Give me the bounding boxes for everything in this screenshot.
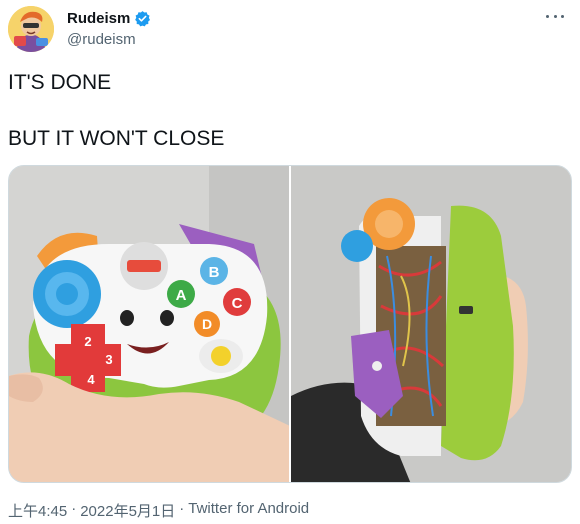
tweet-date[interactable]: 2022年5月1日 xyxy=(80,500,175,521)
author-name-row[interactable]: Rudeism xyxy=(67,8,151,28)
author-handle[interactable]: @rudeism xyxy=(67,31,151,48)
tweet-time[interactable]: 上午4:45 xyxy=(8,500,67,521)
svg-text:C: C xyxy=(232,295,243,312)
svg-text:B: B xyxy=(209,264,220,281)
toy-controller-front-photo: B A C D 2 3 4 xyxy=(9,166,289,482)
svg-text:3: 3 xyxy=(105,352,112,367)
more-options-button[interactable] xyxy=(544,8,566,24)
tweet-source[interactable]: Twitter for Android xyxy=(188,500,309,521)
media-grid: B A C D 2 3 4 xyxy=(8,165,572,483)
display-name[interactable]: Rudeism xyxy=(67,10,130,27)
tweet-header: Rudeism @rudeism xyxy=(8,6,572,54)
avatar[interactable] xyxy=(8,6,54,52)
tweet-line: IT'S DONE xyxy=(8,71,112,94)
meta-separator: · xyxy=(71,500,77,517)
author-block: Rudeism @rudeism xyxy=(67,8,151,48)
tweet-line: BUT IT WON'T CLOSE xyxy=(8,127,225,150)
toy-controller-open-photo xyxy=(291,166,571,482)
more-dot-icon xyxy=(553,14,557,18)
media-photo-2[interactable] xyxy=(291,166,571,482)
tweet-meta: 上午4:45 · 2022年5月1日 · Twitter for Android xyxy=(8,500,309,521)
more-dot-icon xyxy=(546,14,549,18)
svg-text:4: 4 xyxy=(87,372,95,387)
svg-text:2: 2 xyxy=(84,334,91,349)
avatar-cartoon-icon xyxy=(8,6,54,52)
media-photo-1[interactable]: B A C D 2 3 4 xyxy=(9,166,289,482)
svg-text:A: A xyxy=(176,287,187,304)
more-dot-icon xyxy=(561,14,564,18)
meta-separator: · xyxy=(179,500,185,517)
svg-text:D: D xyxy=(202,316,212,332)
verified-badge-icon xyxy=(134,10,151,27)
